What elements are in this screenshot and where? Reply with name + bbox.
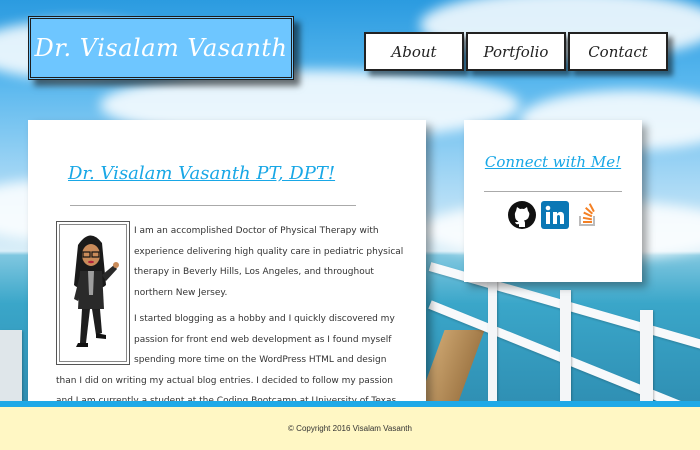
linkedin-icon[interactable] bbox=[540, 200, 570, 230]
site-logo-text: Dr. Visalam Vasanth bbox=[34, 34, 288, 62]
main-nav: About Portfolio Contact bbox=[364, 32, 670, 71]
nav-item-portfolio[interactable]: Portfolio bbox=[466, 32, 566, 71]
stackoverflow-icon[interactable] bbox=[573, 200, 603, 230]
site-logo[interactable]: Dr. Visalam Vasanth bbox=[28, 16, 294, 80]
footer-copyright: © Copyright 2016 Visalam Vasanth bbox=[288, 424, 412, 433]
connect-divider bbox=[484, 191, 622, 192]
about-card: Dr. Visalam Vasanth PT, DPT! I am an acc… bbox=[28, 120, 426, 405]
about-text: I am an accomplished Doctor of Physical … bbox=[56, 221, 406, 405]
connect-card: Connect with Me! bbox=[464, 120, 642, 282]
about-title-link[interactable]: Dr. Visalam Vasanth PT, DPT! bbox=[68, 163, 335, 184]
nav-item-about[interactable]: About bbox=[364, 32, 464, 71]
about-divider bbox=[70, 205, 356, 206]
connect-title-link[interactable]: Connect with Me! bbox=[464, 153, 642, 171]
github-icon[interactable] bbox=[507, 200, 537, 230]
nav-item-contact[interactable]: Contact bbox=[568, 32, 668, 71]
footer: © Copyright 2016 Visalam Vasanth bbox=[0, 407, 700, 450]
